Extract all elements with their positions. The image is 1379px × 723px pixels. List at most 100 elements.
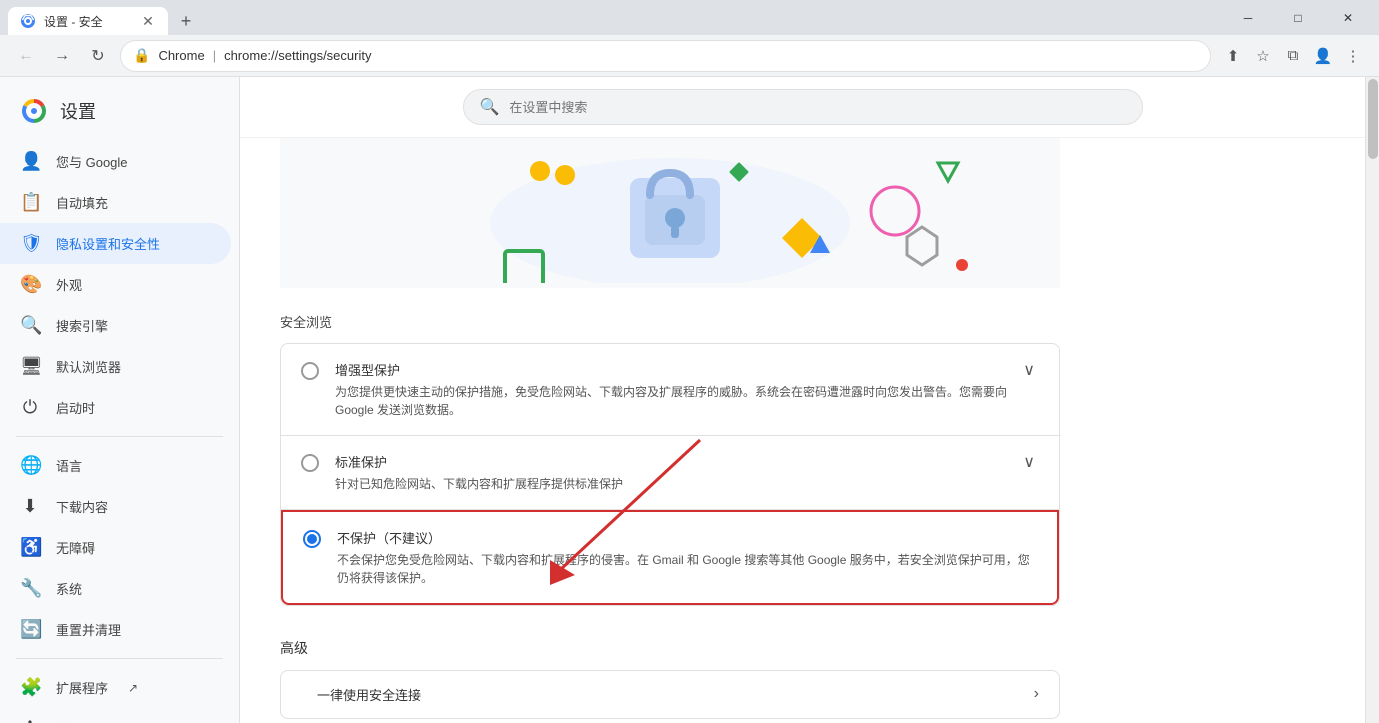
no-protection-content: 不保护（不建议） 不会保护您免受危险网站、下载内容和扩展程序的侵害。在 Gmai… bbox=[337, 528, 1037, 587]
scrollbar-track[interactable] bbox=[1365, 77, 1379, 723]
back-button[interactable]: ← bbox=[12, 42, 40, 70]
chrome-logo bbox=[20, 97, 48, 125]
sidebar-item-privacy[interactable]: 🛡 隐私设置和安全性 bbox=[0, 223, 231, 264]
sidebar-divider-1 bbox=[16, 436, 223, 437]
enhanced-title: 增强型保护 bbox=[335, 360, 1019, 379]
sidebar-item-google[interactable]: 👤 您与 Google bbox=[0, 141, 231, 182]
no-protection-option[interactable]: 不保护（不建议） 不会保护您免受危险网站、下载内容和扩展程序的侵害。在 Gmai… bbox=[281, 510, 1059, 605]
about-icon: ℹ bbox=[20, 718, 40, 723]
search-bar-icon: 🔍 bbox=[480, 97, 500, 117]
google-icon: 👤 bbox=[20, 151, 40, 172]
enhanced-desc: 为您提供更快速主动的保护措施，免受危险网站、下载内容及扩展程序的威胁。系统会在密… bbox=[335, 383, 1019, 419]
search-area: 🔍 bbox=[240, 77, 1365, 138]
sidebar: 设置 👤 您与 Google 📋 自动填充 🛡 隐私设置和安全性 🎨 外观 🔍 … bbox=[0, 77, 240, 723]
lock-icon: 🔒 bbox=[133, 47, 150, 64]
sidebar-label-privacy: 隐私设置和安全性 bbox=[56, 234, 160, 253]
settings-title: 设置 bbox=[60, 98, 96, 124]
address-bar[interactable]: 🔒 Chrome | chrome://settings/security bbox=[120, 40, 1211, 72]
sidebar-item-accessibility[interactable]: ♿ 无障碍 bbox=[0, 527, 231, 568]
sidebar-item-appearance[interactable]: 🎨 外观 bbox=[0, 264, 231, 305]
browser-icon: 🖥 bbox=[20, 356, 40, 377]
no-protection-desc: 不会保护您免受危险网站、下载内容和扩展程序的侵害。在 Gmail 和 Googl… bbox=[337, 551, 1037, 587]
enhanced-content: 增强型保护 为您提供更快速主动的保护措施，免受危险网站、下载内容及扩展程序的威胁… bbox=[335, 360, 1019, 419]
standard-title: 标准保护 bbox=[335, 452, 1019, 471]
settings-logo-area: 设置 bbox=[0, 85, 239, 141]
sidebar-item-reset[interactable]: 🔄 重置并清理 bbox=[0, 609, 231, 650]
sidebar-item-search[interactable]: 🔍 搜索引擎 bbox=[0, 305, 231, 346]
advanced-title: 高级 bbox=[280, 638, 1060, 658]
standard-protection-option[interactable]: 标准保护 针对已知危险网站、下载内容和扩展程序提供标准保护 ∨ bbox=[281, 436, 1059, 509]
external-link-icon: ↗ bbox=[128, 681, 138, 695]
accessibility-icon: ♿ bbox=[20, 537, 40, 558]
enhanced-protection-option[interactable]: 增强型保护 为您提供更快速主动的保护措施，免受危险网站、下载内容及扩展程序的威胁… bbox=[281, 344, 1059, 435]
tab-view-button[interactable]: ⧉ bbox=[1279, 42, 1307, 70]
titlebar: 设置 - 安全 ✕ + ─ □ ✕ bbox=[0, 0, 1379, 35]
profile-button[interactable]: 👤 bbox=[1309, 42, 1337, 70]
sidebar-label-language: 语言 bbox=[56, 456, 82, 475]
search-icon: 🔍 bbox=[20, 315, 40, 336]
bookmark-button[interactable]: ☆ bbox=[1249, 42, 1277, 70]
active-tab[interactable]: 设置 - 安全 ✕ bbox=[8, 7, 168, 35]
standard-content: 标准保护 针对已知危险网站、下载内容和扩展程序提供标准保护 bbox=[335, 452, 1019, 493]
sidebar-label-startup: 启动时 bbox=[56, 398, 95, 417]
enhanced-radio[interactable] bbox=[301, 362, 319, 380]
secure-connection-label: 一律使用安全连接 bbox=[317, 685, 1034, 704]
search-input[interactable] bbox=[509, 100, 1125, 115]
standard-expand-icon[interactable]: ∨ bbox=[1019, 452, 1039, 472]
secure-connection-toggle[interactable]: › bbox=[1034, 685, 1039, 703]
menu-button[interactable]: ⋮ bbox=[1339, 42, 1367, 70]
sidebar-item-downloads[interactable]: ⬇ 下载内容 bbox=[0, 486, 231, 527]
toolbar: ← → ↻ 🔒 Chrome | chrome://settings/secur… bbox=[0, 35, 1379, 77]
refresh-button[interactable]: ↻ bbox=[84, 42, 112, 70]
maximize-button[interactable]: □ bbox=[1275, 0, 1321, 35]
sidebar-item-system[interactable]: 🔧 系统 bbox=[0, 568, 231, 609]
sidebar-label-downloads: 下载内容 bbox=[56, 497, 108, 516]
no-protection-title: 不保护（不建议） bbox=[337, 528, 1037, 547]
tab-area: 设置 - 安全 ✕ + bbox=[8, 0, 1225, 35]
secure-connection-item[interactable]: 一律使用安全连接 › bbox=[280, 670, 1060, 719]
language-icon: 🌐 bbox=[20, 455, 40, 476]
extensions-icon: 🧩 bbox=[20, 677, 40, 698]
address-separator: | bbox=[213, 48, 216, 63]
security-illustration bbox=[350, 143, 990, 283]
standard-radio[interactable] bbox=[301, 454, 319, 472]
enhanced-expand-icon[interactable]: ∨ bbox=[1019, 360, 1039, 380]
privacy-icon: 🛡 bbox=[20, 233, 40, 254]
sidebar-label-browser: 默认浏览器 bbox=[56, 357, 121, 376]
minimize-button[interactable]: ─ bbox=[1225, 0, 1271, 35]
search-bar[interactable]: 🔍 bbox=[463, 89, 1143, 125]
sidebar-label-appearance: 外观 bbox=[56, 275, 82, 294]
toolbar-actions: ⬆ ☆ ⧉ 👤 ⋮ bbox=[1219, 42, 1367, 70]
sidebar-item-browser[interactable]: 🖥 默认浏览器 bbox=[0, 346, 231, 387]
system-icon: 🔧 bbox=[20, 578, 40, 599]
share-button[interactable]: ⬆ bbox=[1219, 42, 1247, 70]
content-inner: 安全浏览 增强型保护 为您提供更快速主动的保护措施，免受危险网站、下载内容及扩展… bbox=[240, 138, 1100, 723]
sidebar-label-about: 关于 Chrome bbox=[56, 719, 132, 723]
scrollbar-thumb[interactable] bbox=[1368, 79, 1378, 159]
advanced-section: 高级 一律使用安全连接 › bbox=[280, 614, 1060, 719]
new-tab-button[interactable]: + bbox=[172, 7, 200, 35]
tab-close-button[interactable]: ✕ bbox=[140, 13, 156, 29]
sidebar-item-startup[interactable]: ⏻ 启动时 bbox=[0, 387, 231, 428]
tab-title: 设置 - 安全 bbox=[44, 13, 103, 30]
sidebar-item-autofill[interactable]: 📋 自动填充 bbox=[0, 182, 231, 223]
options-container: 增强型保护 为您提供更快速主动的保护措施，免受危险网站、下载内容及扩展程序的威胁… bbox=[280, 343, 1060, 606]
tab-favicon bbox=[20, 13, 36, 29]
window-controls: ─ □ ✕ bbox=[1225, 0, 1371, 35]
close-button[interactable]: ✕ bbox=[1325, 0, 1371, 35]
downloads-icon: ⬇ bbox=[20, 496, 40, 517]
sidebar-label-google: 您与 Google bbox=[56, 152, 128, 171]
appearance-icon: 🎨 bbox=[20, 274, 40, 295]
startup-icon: ⏻ bbox=[20, 397, 40, 418]
content-area: 🔍 bbox=[240, 77, 1365, 723]
sidebar-label-accessibility: 无障碍 bbox=[56, 538, 95, 557]
no-protection-radio[interactable] bbox=[303, 530, 321, 548]
sidebar-label-extensions: 扩展程序 bbox=[56, 678, 108, 697]
sidebar-item-extensions[interactable]: 🧩 扩展程序 ↗ bbox=[0, 667, 231, 708]
section-title: 安全浏览 bbox=[280, 288, 1060, 343]
address-url: chrome://settings/security bbox=[224, 48, 371, 63]
forward-button[interactable]: → bbox=[48, 42, 76, 70]
sidebar-label-reset: 重置并清理 bbox=[56, 620, 121, 639]
sidebar-item-about[interactable]: ℹ 关于 Chrome bbox=[0, 708, 231, 723]
sidebar-item-language[interactable]: 🌐 语言 bbox=[0, 445, 231, 486]
